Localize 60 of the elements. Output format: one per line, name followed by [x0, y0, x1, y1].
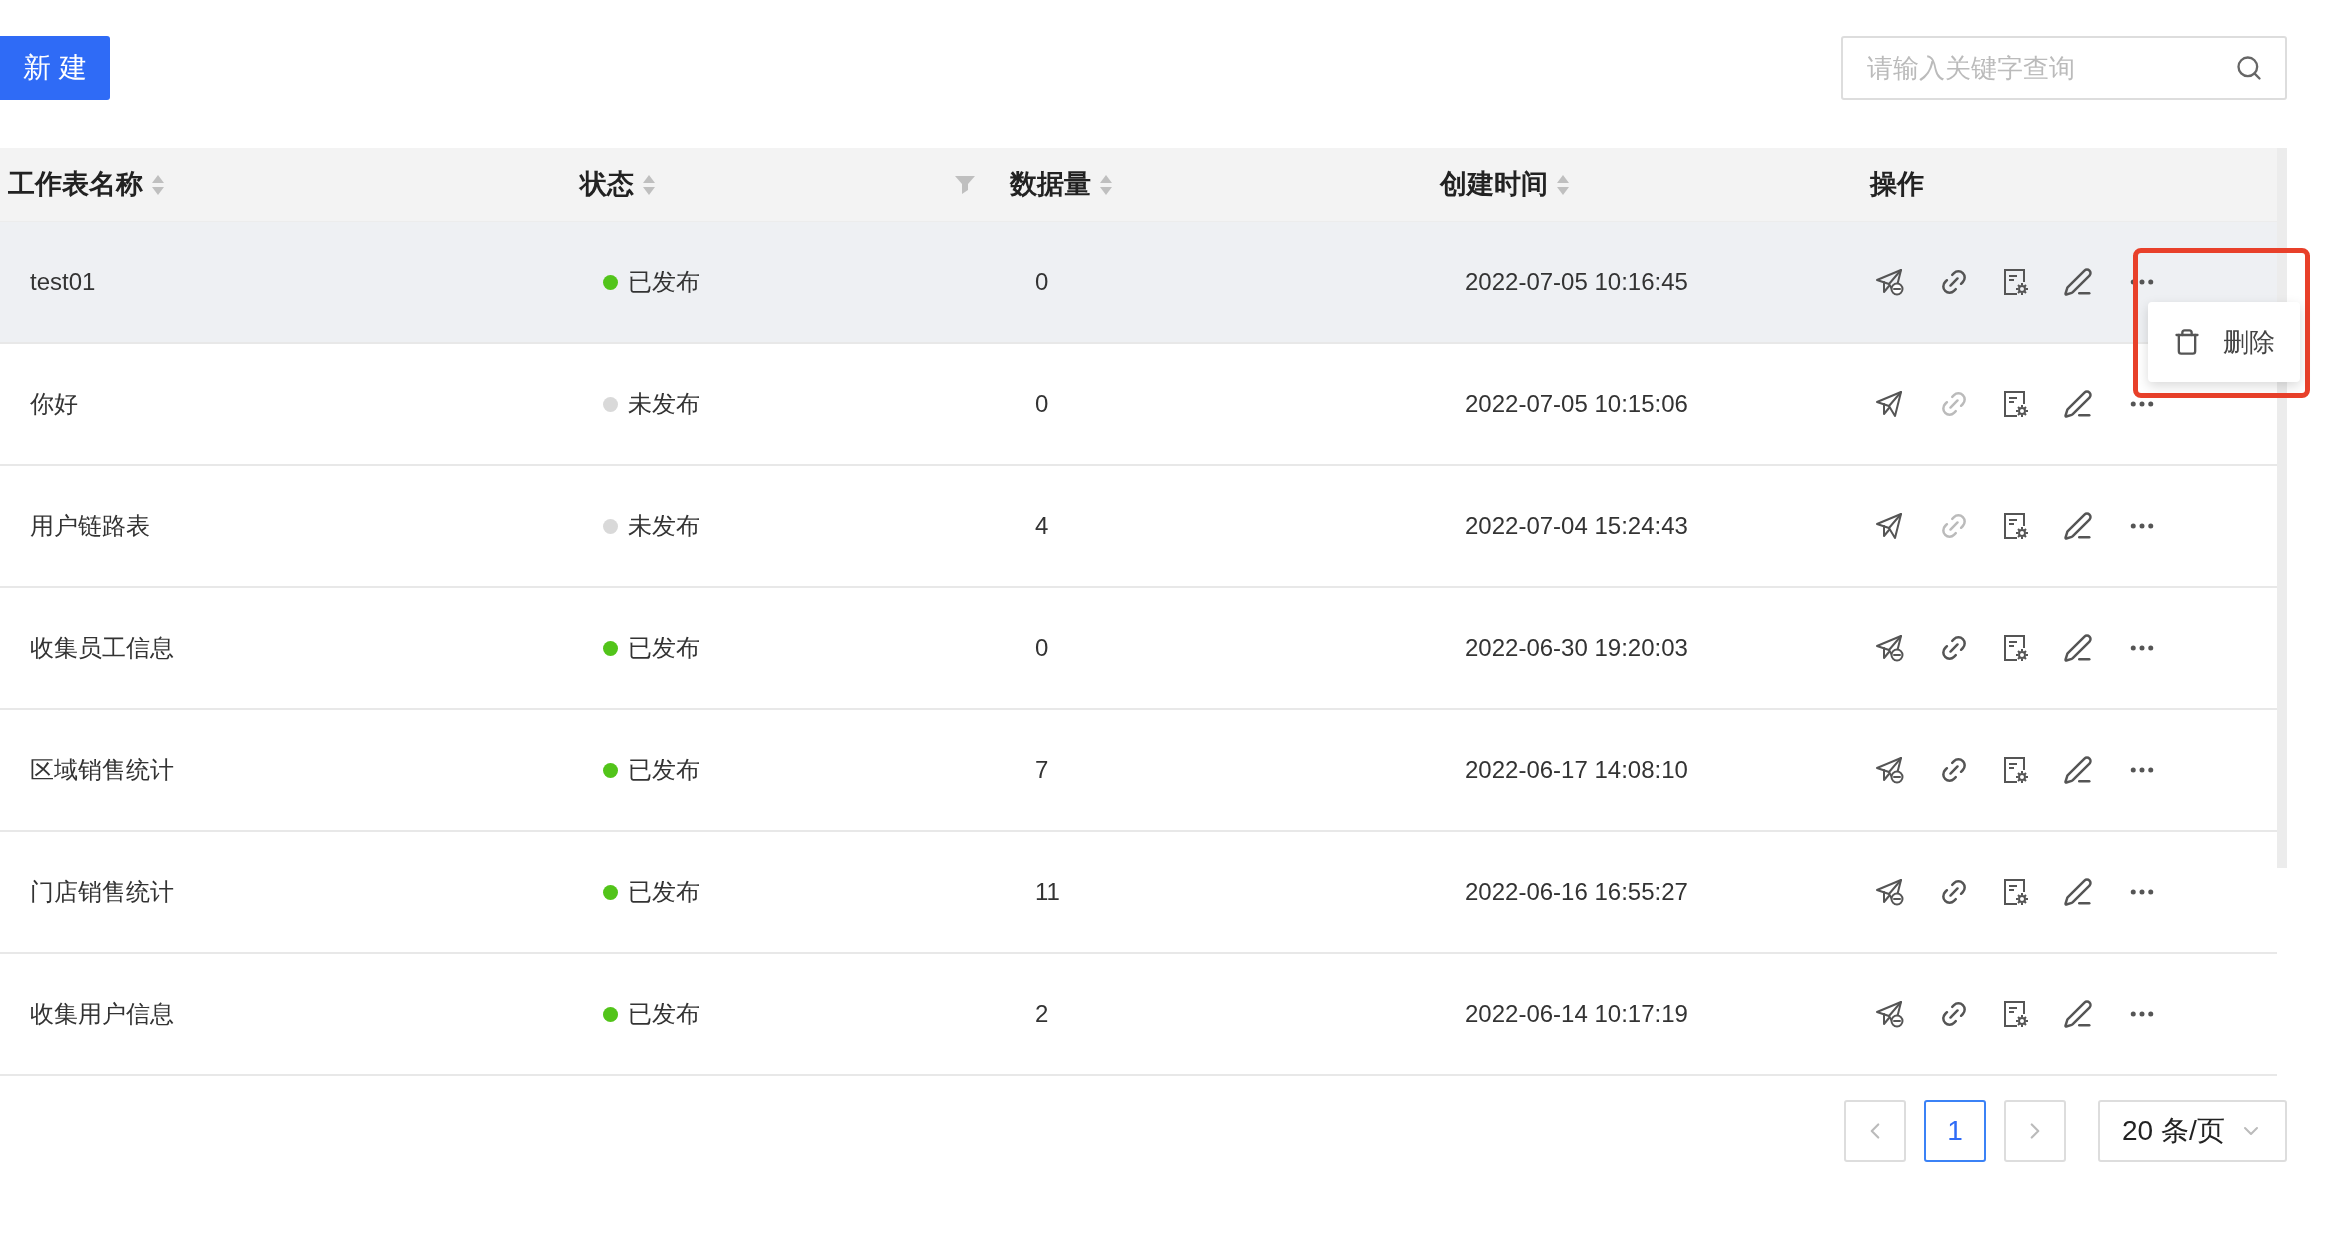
edit-icon[interactable]: [2063, 389, 2093, 419]
column-title: 操作: [1870, 168, 1924, 202]
document-gear-icon[interactable]: [2003, 756, 2029, 784]
table-cell: 0: [1035, 268, 1049, 295]
send-icon[interactable]: [1875, 512, 1905, 540]
edit-icon[interactable]: [2063, 511, 2093, 541]
table-cell: 2: [1035, 1000, 1049, 1027]
column-title: 创建时间: [1440, 168, 1548, 202]
send-minus-icon[interactable]: [1875, 268, 1905, 296]
table-cell: 收集员工信息: [30, 634, 174, 661]
table-cell: 2022-07-04 15:24:43: [1465, 512, 1688, 539]
send-minus-icon[interactable]: [1875, 634, 1905, 662]
table-cell: 0: [1035, 634, 1049, 661]
column-title: 数据量: [1010, 168, 1091, 202]
send-minus-icon[interactable]: [1875, 1000, 1905, 1028]
table-cell: 2022-06-16 16:55:27: [1465, 878, 1688, 905]
table-cell: 2022-07-05 10:16:45: [1465, 268, 1688, 295]
table-cell: 2022-06-30 19:20:03: [1465, 634, 1688, 661]
table-cell: 7: [1035, 756, 1049, 783]
table-cell: 4: [1035, 512, 1049, 539]
table-cell: 区域销售统计: [30, 756, 174, 783]
column-title: 工作表名称: [8, 168, 143, 202]
table-cell: test01: [30, 268, 96, 295]
search-field[interactable]: 请输入关键字查询: [1841, 36, 2287, 100]
table-cell: 你好: [30, 390, 78, 417]
table-cell: 2022-06-17 14:08:10: [1465, 756, 1688, 783]
document-gear-icon[interactable]: [2003, 1000, 2029, 1028]
search-icon[interactable]: [2235, 54, 2263, 82]
status-text: 已发布: [628, 877, 700, 907]
send-icon[interactable]: [1875, 390, 1905, 418]
table-cell: 门店销售统计: [30, 878, 174, 905]
status-text: 已发布: [628, 267, 700, 297]
new-button[interactable]: 新 建: [0, 36, 110, 100]
status-text: 未发布: [628, 389, 700, 419]
document-gear-icon[interactable]: [2003, 512, 2029, 540]
table-cell: 2022-06-14 10:17:19: [1465, 1000, 1688, 1027]
document-gear-icon[interactable]: [2003, 634, 2029, 662]
document-gear-icon[interactable]: [2003, 878, 2029, 906]
edit-icon[interactable]: [2063, 755, 2093, 785]
table-cell: 11: [1035, 878, 1060, 905]
table-cell: 2022-07-05 10:15:06: [1465, 390, 1688, 417]
edit-icon[interactable]: [2063, 633, 2093, 663]
send-minus-icon[interactable]: [1875, 756, 1905, 784]
document-gear-icon[interactable]: [2003, 268, 2029, 296]
send-minus-icon[interactable]: [1875, 878, 1905, 906]
status-text: 已发布: [628, 999, 700, 1029]
status-text: 已发布: [628, 633, 700, 663]
page-size-select[interactable]: 20 条/页: [2098, 1100, 2287, 1162]
table-cell: 0: [1035, 390, 1049, 417]
page-button[interactable]: 1: [1924, 1100, 1986, 1162]
trash-icon: [2173, 328, 2201, 356]
edit-icon[interactable]: [2063, 267, 2093, 297]
status-text: 已发布: [628, 755, 700, 785]
edit-icon[interactable]: [2063, 999, 2093, 1029]
document-gear-icon[interactable]: [2003, 390, 2029, 418]
column-title: 状态: [580, 168, 634, 202]
edit-icon[interactable]: [2063, 877, 2093, 907]
table-cell: 用户链路表: [30, 512, 150, 539]
status-text: 未发布: [628, 511, 700, 541]
table-cell: 收集用户信息: [30, 1000, 174, 1027]
